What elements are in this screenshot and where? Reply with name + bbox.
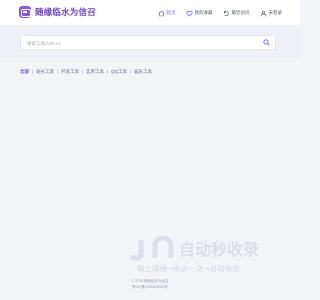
search-section — [0, 27, 300, 58]
search-icon[interactable] — [263, 39, 270, 46]
footer: © 2025 随缘临水为信召 豫ICP备2025000000号 — [0, 278, 300, 290]
logo-icon — [19, 6, 31, 18]
top-bar: 随缘临水为信召 首页 我的收藏 最近访问 未登录 — [0, 0, 300, 26]
nav-recent-label: 最近访问 — [231, 10, 250, 15]
tab-qq[interactable]: QQ工具 — [108, 69, 130, 75]
nav-home-label: 首页 — [166, 10, 176, 15]
watermark-logo: 自动秒收录 做上链接→来访一次→自动收录 — [129, 236, 259, 273]
tab-fun[interactable]: 娱乐工具 — [131, 69, 155, 75]
nav-login-label: 未登录 — [268, 10, 283, 15]
nav-login[interactable]: 未登录 — [260, 0, 283, 26]
tab-webmaster[interactable]: 站长工具 — [33, 69, 57, 75]
tab-utility[interactable]: 实用工具 — [83, 69, 107, 75]
nav-home[interactable]: 首页 — [157, 0, 176, 26]
main-nav: 首页 我的收藏 最近访问 未登录 — [148, 0, 283, 26]
nav-favorites-label: 我的收藏 — [194, 10, 213, 15]
site-title: 随缘临水为信召 — [35, 7, 96, 17]
tab-all[interactable]: 全部 — [20, 69, 32, 75]
home-icon — [157, 10, 165, 16]
search-input[interactable] — [27, 38, 257, 48]
category-tabs: 全部 站长工具 开发工具 实用工具 QQ工具 娱乐工具 — [20, 69, 155, 75]
watermark-title: 自动秒收录 — [179, 240, 259, 259]
nav-recent[interactable]: 最近访问 — [223, 0, 250, 26]
heart-icon — [185, 10, 193, 16]
nav-favorites[interactable]: 我的收藏 — [185, 0, 213, 26]
tab-dev[interactable]: 开发工具 — [58, 69, 82, 75]
search-box[interactable] — [20, 35, 276, 50]
watermark-mark-icon — [129, 236, 174, 261]
logo[interactable]: 随缘临水为信召 — [19, 6, 96, 18]
icp-link[interactable]: 豫ICP备2025000000号 — [0, 284, 300, 290]
watermark-subtitle: 做上链接→来访一次→自动收录 — [137, 263, 240, 273]
user-icon — [260, 10, 266, 16]
recent-icon — [223, 10, 229, 16]
